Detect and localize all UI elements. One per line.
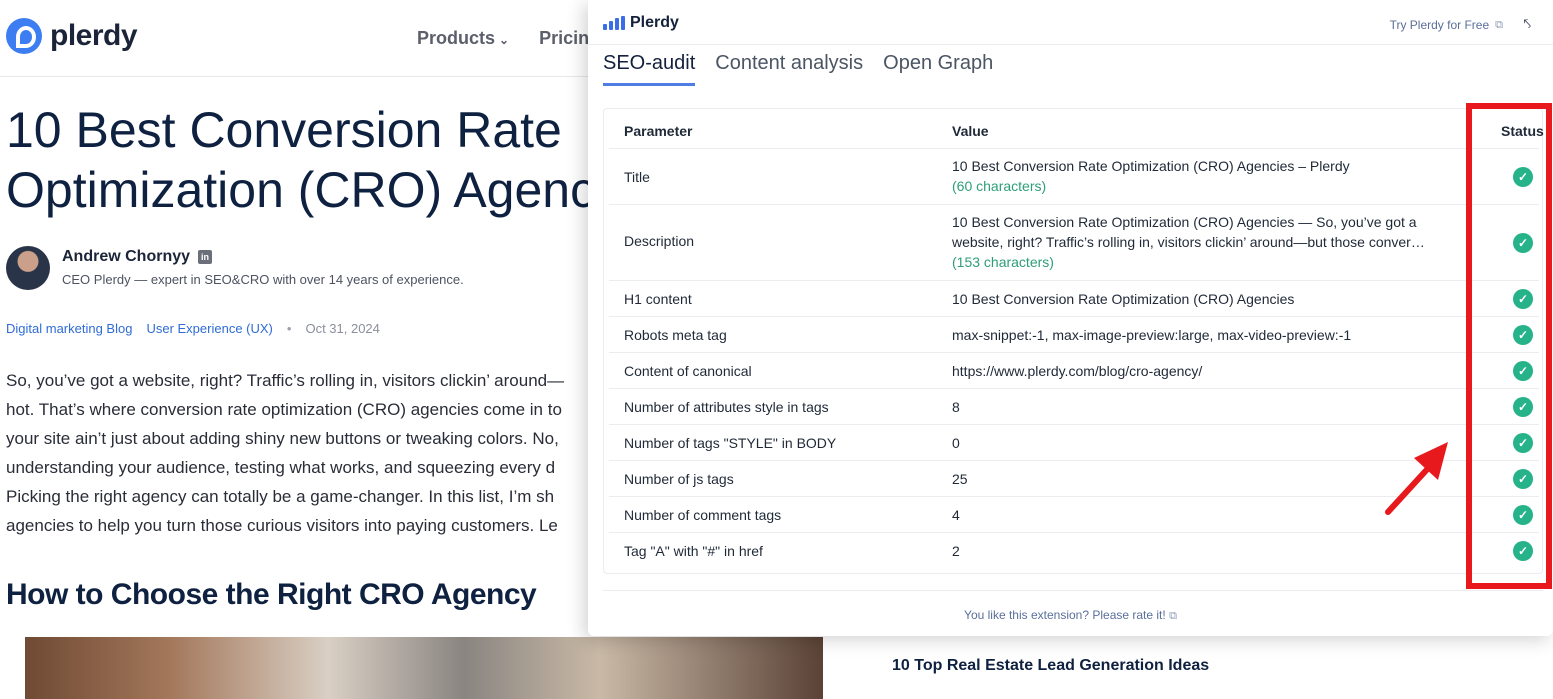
external-link-icon: ⧉: [1495, 18, 1503, 31]
row-parameter: Number of comment tags: [624, 507, 782, 523]
article-body: So, you’ve got a website, right? Traffic…: [6, 371, 565, 535]
tab-seo-audit[interactable]: SEO-audit: [603, 52, 696, 86]
row-value: 8: [952, 399, 960, 415]
plerdy-logo-icon: [6, 18, 42, 54]
linkedin-icon[interactable]: in: [198, 250, 213, 264]
pin-icon[interactable]: ⤣: [1524, 16, 1531, 32]
rate-extension-link[interactable]: You like this extension? Please rate it!…: [588, 608, 1553, 623]
row-value: https://www.plerdy.com/blog/cro-agency/: [952, 363, 1203, 379]
article-meta: Digital marketing Blog User Experience (…: [6, 321, 380, 336]
character-count: (60 characters): [952, 178, 1047, 194]
related-article-link[interactable]: 10 Top Real Estate Lead Generation Ideas: [892, 657, 1209, 675]
popup-footer-divider: [603, 590, 1543, 598]
table-row: Title 10 Best Conversion Rate Optimizati…: [609, 149, 1539, 205]
table-row: Robots meta tag max-snippet:-1, max-imag…: [609, 317, 1539, 353]
section-heading: How to Choose the Right CRO Agency: [6, 578, 537, 611]
plerdy-bars-icon: [603, 16, 625, 30]
category-link[interactable]: User Experience (UX): [146, 321, 272, 336]
category-link[interactable]: Digital marketing Blog: [6, 321, 132, 336]
author-block: Andrew Chornyy in CEO Plerdy — expert in…: [6, 246, 464, 290]
status-column-highlight: [1466, 103, 1552, 589]
row-parameter: H1 content: [624, 291, 692, 307]
table-row: Description 10 Best Conversion Rate Opti…: [609, 205, 1539, 281]
plerdy-extension-popup: Plerdy Try Plerdy for Free ⧉ ⤣ SEO-audit…: [588, 0, 1553, 636]
chevron-down-icon: ⌄: [499, 33, 510, 47]
column-header-parameter: Parameter: [624, 123, 693, 139]
author-bio: CEO Plerdy — expert in SEO&CRO with over…: [62, 272, 464, 287]
nav-item-products[interactable]: Products ⌄: [417, 28, 509, 49]
try-plerdy-link[interactable]: Try Plerdy for Free ⧉: [1390, 18, 1503, 32]
column-header-value: Value: [952, 123, 989, 139]
article-title: 10 Best Conversion Rate Optimization (CR…: [6, 102, 596, 218]
row-value: 10 Best Conversion Rate Optimization (CR…: [952, 291, 1295, 307]
nav-item-pricing[interactable]: Pricin: [539, 28, 589, 49]
article-hero-image: [25, 637, 823, 699]
row-parameter: Title: [624, 169, 650, 185]
popup-header: Plerdy Try Plerdy for Free ⧉ ⤣: [588, 0, 1553, 45]
site-nav: Products ⌄ Pricin: [417, 28, 589, 49]
tab-content-analysis[interactable]: Content analysis: [715, 52, 863, 86]
site-logo-text: plerdy: [50, 19, 138, 52]
row-parameter: Number of tags "STYLE" in BODY: [624, 435, 837, 451]
row-parameter: Number of attributes style in tags: [624, 399, 829, 415]
extension-logo: Plerdy: [603, 14, 679, 32]
author-avatar: [6, 246, 50, 290]
external-link-icon: ⧉: [1169, 610, 1177, 622]
meta-separator: •: [286, 321, 292, 336]
row-value: max-snippet:-1, max-image-preview:large,…: [952, 327, 1352, 343]
table-header-row: Parameter Value Status: [609, 109, 1544, 149]
row-parameter: Description: [624, 233, 695, 249]
tab-bar: SEO-audit Content analysis Open Graph: [603, 52, 993, 86]
row-parameter: Tag "A" with "#" in href: [624, 543, 763, 559]
annotation-arrow-icon: [1385, 442, 1448, 515]
extension-logo-text: Plerdy: [630, 14, 679, 31]
article-date: Oct 31, 2024: [305, 321, 380, 336]
table-row: Number of attributes style in tags 8 ✓: [609, 389, 1539, 425]
row-parameter: Content of canonical: [624, 363, 752, 379]
author-name: Andrew Chornyy in: [62, 248, 464, 266]
row-value: 10 Best Conversion Rate Optimization (CR…: [952, 156, 1472, 196]
tab-open-graph[interactable]: Open Graph: [883, 52, 993, 86]
character-count: (153 characters): [952, 254, 1054, 270]
row-value: 10 Best Conversion Rate Optimization (CR…: [952, 212, 1452, 272]
table-row: Tag "A" with "#" in href 2 ✓: [609, 533, 1539, 569]
row-parameter: Robots meta tag: [624, 327, 727, 343]
row-parameter: Number of js tags: [624, 471, 734, 487]
row-value: 2: [952, 543, 960, 559]
table-row: Content of canonical https://www.plerdy.…: [609, 353, 1539, 389]
table-row: H1 content 10 Best Conversion Rate Optim…: [609, 281, 1539, 317]
site-logo[interactable]: plerdy: [6, 18, 138, 54]
